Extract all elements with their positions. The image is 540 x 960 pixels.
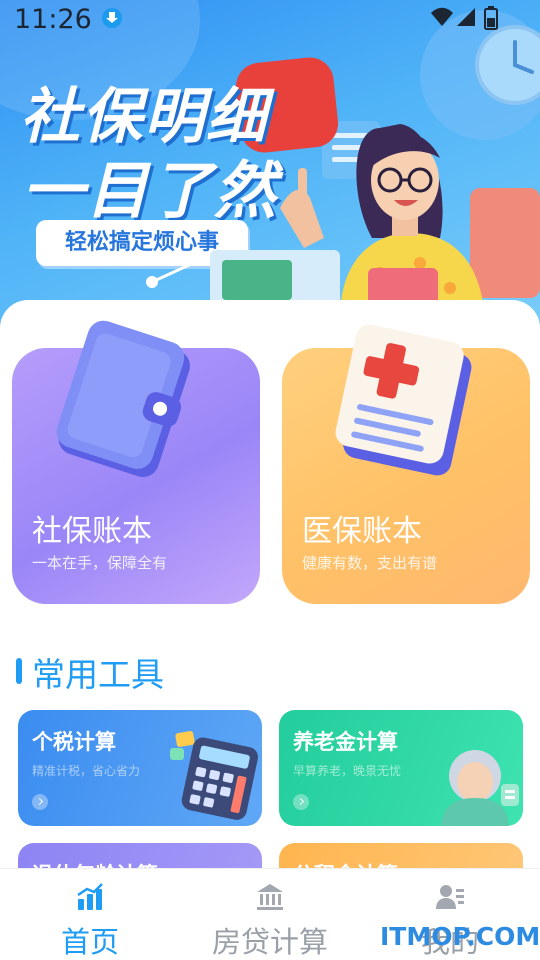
- chevron-right-icon: [32, 794, 48, 810]
- wallet-book-icon: [56, 320, 190, 478]
- status-bar: 11:26: [0, 0, 540, 44]
- nav-label: 房贷计算: [211, 925, 328, 959]
- card-title: 社保账本: [32, 514, 152, 549]
- nav-item-home[interactable]: 首页: [0, 869, 180, 960]
- section-accent-bar: [16, 658, 22, 684]
- chart-bars-icon: [77, 883, 103, 910]
- card-medical-insurance-book[interactable]: 医保账本 健康有数，支出有谱: [282, 324, 530, 604]
- profile-card-icon: [436, 885, 464, 909]
- nav-item-mortgage[interactable]: 房贷计算: [180, 869, 360, 960]
- tool-title: 个税计算: [32, 730, 116, 754]
- medical-record-icon: [335, 324, 472, 476]
- section-title: 常用工具: [32, 655, 164, 694]
- card-social-security-book[interactable]: 社保账本 一本在手，保障全有: [12, 320, 260, 604]
- calculator-icon: [170, 731, 258, 820]
- watermark: ITMOP.COM: [380, 922, 540, 951]
- tool-subtitle: 精准计税，省心省力: [32, 764, 141, 778]
- download-icon: [102, 8, 122, 28]
- status-time: 11:26: [14, 4, 92, 35]
- elderly-woman-icon: [441, 750, 519, 826]
- hero-banner[interactable]: 社保明细 一目了然 轻松搞定烦心事 11:26: [0, 0, 540, 330]
- wifi-icon: [431, 7, 453, 26]
- tool-card-income-tax[interactable]: 个税计算 精准计税，省心省力: [18, 710, 262, 826]
- signal-icon: [457, 8, 475, 26]
- card-title: 医保账本: [302, 514, 422, 549]
- bank-icon: [257, 884, 283, 910]
- nav-label: 首页: [60, 925, 119, 959]
- card-subtitle: 一本在手，保障全有: [32, 554, 168, 572]
- chevron-right-icon: [293, 794, 309, 810]
- tool-title: 养老金计算: [293, 730, 398, 754]
- banner-headline-line2: 一目了然: [22, 154, 279, 227]
- card-subtitle: 健康有数，支出有谱: [302, 554, 438, 572]
- tool-subtitle: 早算养老，晚景无忧: [293, 764, 402, 778]
- battery-icon: [484, 6, 498, 30]
- tool-card-pension[interactable]: 养老金计算 早算养老，晚景无忧: [279, 710, 523, 826]
